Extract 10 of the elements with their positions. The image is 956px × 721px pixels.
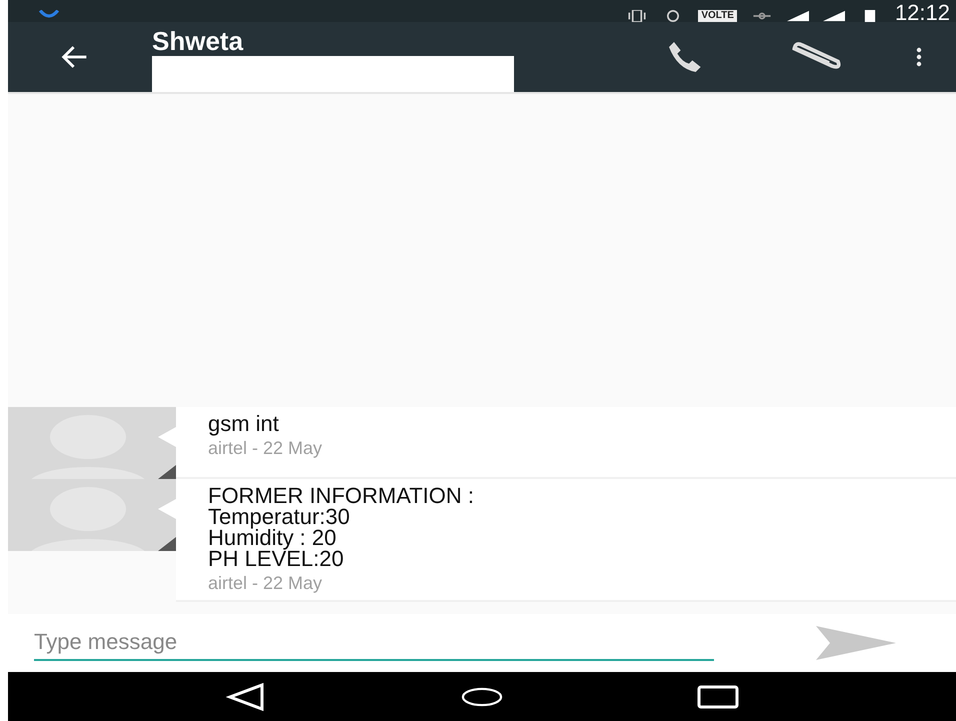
message-text: FORMER INFORMATION : Temperatur:30 Humidity : 20 PH LEVEL:20 — [208, 485, 476, 569]
message-input[interactable]: Type message — [34, 625, 714, 661]
message-meta: airtel - 22 May — [208, 438, 324, 459]
contact-name: Shweta — [152, 26, 244, 56]
message-text: gsm int — [208, 413, 280, 434]
volte-label: VOLTE — [698, 10, 737, 22]
clock: 12:12 — [894, 4, 950, 22]
message-meta: airtel - 22 May — [208, 573, 324, 594]
overflow-menu-icon[interactable] — [914, 47, 924, 67]
vibrate-icon — [626, 10, 648, 22]
